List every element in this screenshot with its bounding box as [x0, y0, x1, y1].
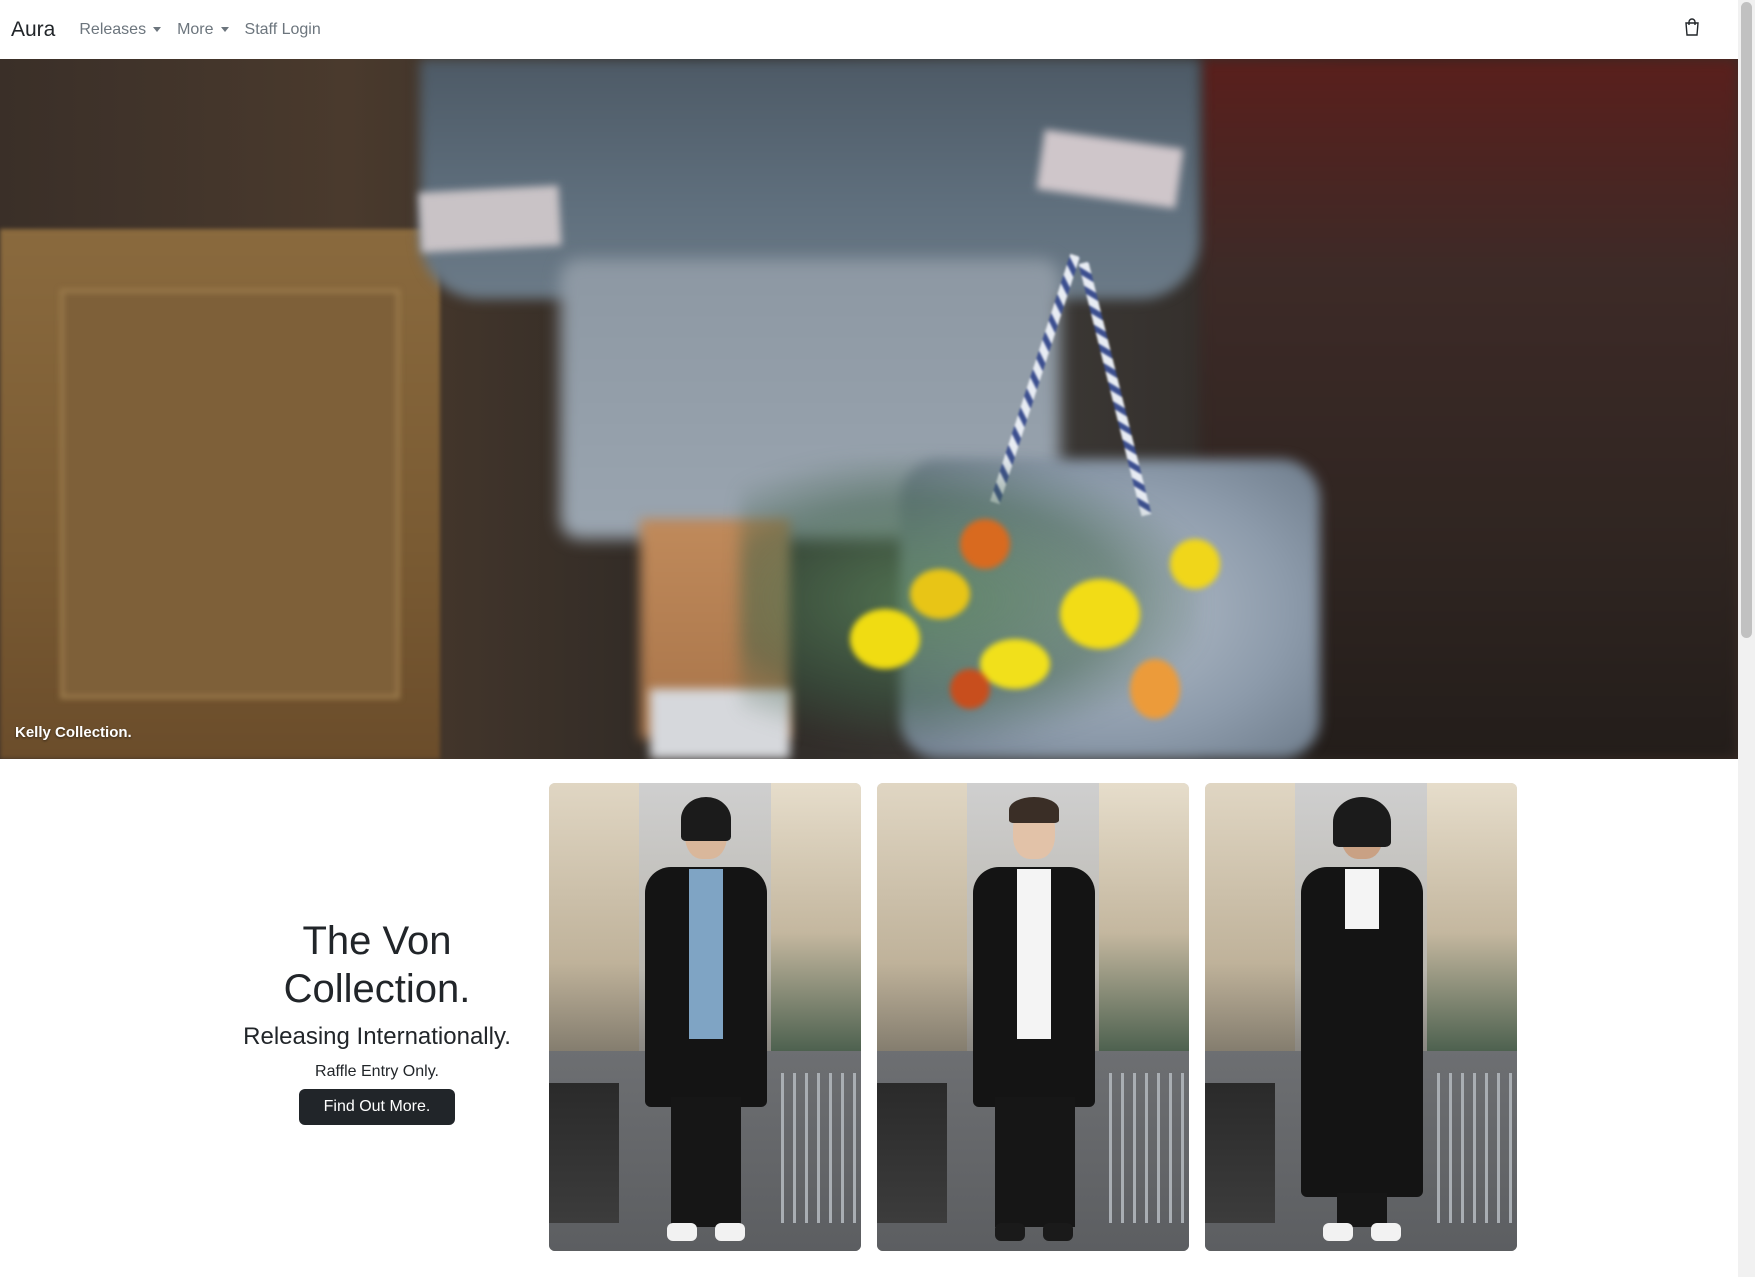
nav-staff-login[interactable]: Staff Login: [245, 21, 321, 39]
release-note: Raffle Entry Only.: [315, 1063, 439, 1080]
nav-releases-dropdown[interactable]: Releases: [79, 20, 162, 39]
hero-caption: Kelly Collection.: [15, 724, 132, 741]
brand-logo[interactable]: Aura: [11, 18, 55, 42]
release-section: The Von Collection. Releasing Internatio…: [0, 759, 1738, 1277]
hero-photo-cabinet-panel: [60, 289, 400, 699]
runway-look-image[interactable]: [1205, 783, 1517, 1251]
navbar: Aura Releases More Staff Login: [0, 0, 1738, 59]
caret-down-icon: [220, 27, 229, 32]
scrollbar-thumb[interactable]: [1741, 2, 1752, 638]
runway-look-image[interactable]: [877, 783, 1189, 1251]
hero-photo-flowers: [830, 519, 1220, 739]
hero-banner[interactable]: Kelly Collection.: [0, 59, 1738, 759]
find-out-more-button[interactable]: Find Out More.: [298, 1089, 456, 1125]
nav-staff-login-label: Staff Login: [244, 20, 321, 38]
runway-look-image[interactable]: [549, 783, 861, 1251]
nav-more-dropdown[interactable]: More: [177, 20, 229, 39]
shopping-bag-icon[interactable]: [1684, 18, 1700, 36]
release-text-block: The Von Collection. Releasing Internatio…: [220, 917, 534, 1125]
caret-down-icon: [153, 27, 162, 32]
release-subtitle: Releasing Internationally.: [243, 1023, 511, 1050]
release-title: The Von Collection.: [283, 919, 471, 1011]
hero-photo-cuff-left: [418, 185, 562, 253]
page-scrollbar[interactable]: [1738, 0, 1755, 1277]
nav-more-label: More: [177, 20, 214, 38]
nav-releases-label: Releases: [79, 20, 147, 38]
